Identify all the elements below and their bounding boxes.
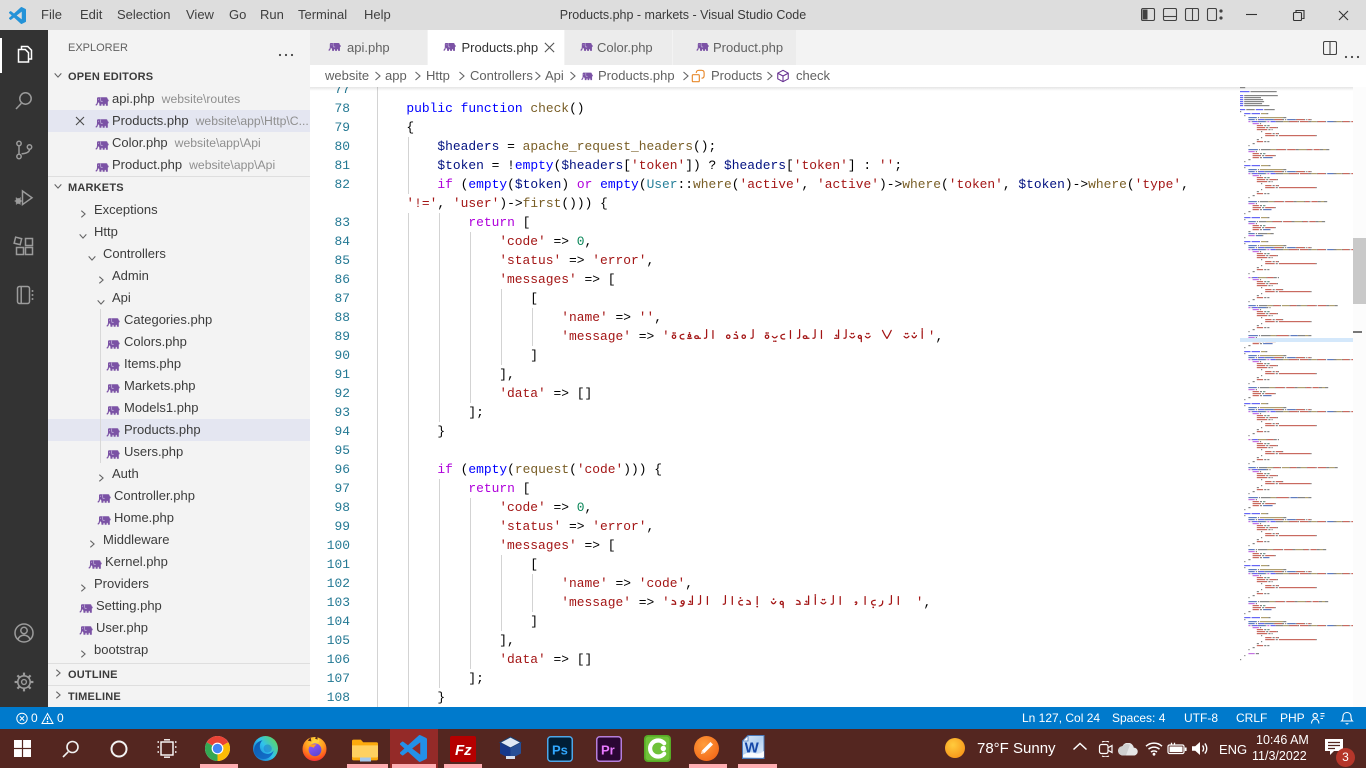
svg-text:W: W: [745, 740, 760, 757]
svg-text:Pr: Pr: [601, 743, 615, 758]
svg-text:Ps: Ps: [552, 743, 568, 758]
svg-text:Fz: Fz: [455, 742, 472, 759]
